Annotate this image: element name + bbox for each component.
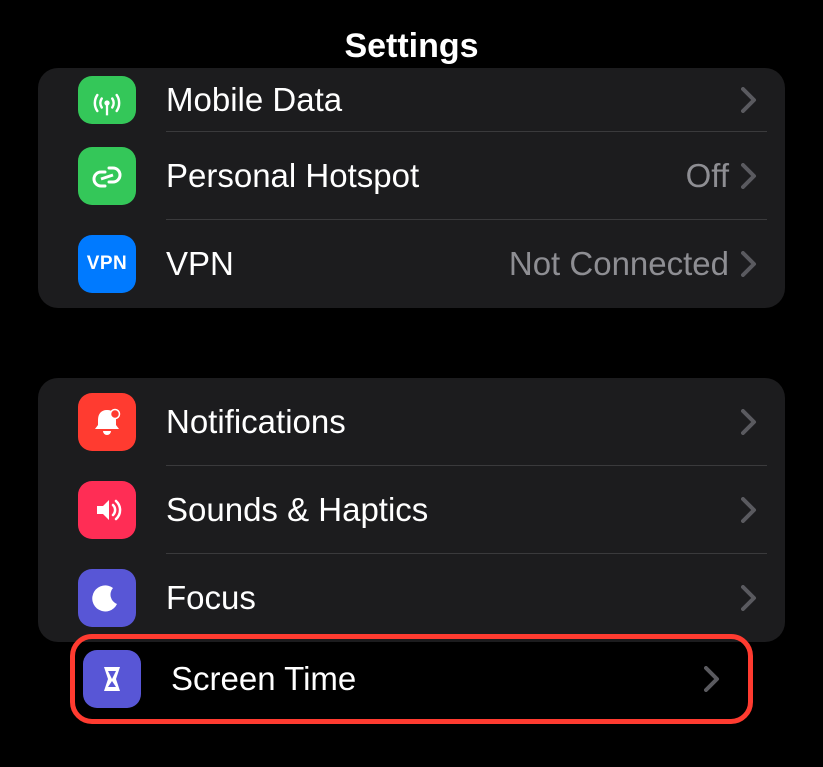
settings-row-notifications[interactable]: Notifications <box>38 378 785 466</box>
row-label: Screen Time <box>171 660 704 698</box>
chevron-right-icon <box>704 666 720 692</box>
screen-time-highlight: Screen Time <box>70 634 753 724</box>
row-label: Personal Hotspot <box>166 157 686 195</box>
chevron-right-icon <box>741 585 757 611</box>
settings-row-mobile-data[interactable]: Mobile Data <box>38 68 785 132</box>
mobile-data-icon <box>78 76 136 124</box>
chevron-right-icon <box>741 409 757 435</box>
vpn-icon-text: VPN <box>87 253 128 275</box>
notifications-icon <box>78 393 136 451</box>
settings-group-connectivity: Mobile Data Personal Hotspot Off <box>38 68 785 308</box>
chevron-right-icon <box>741 251 757 277</box>
row-label: Notifications <box>166 403 741 441</box>
sounds-haptics-icon <box>78 481 136 539</box>
personal-hotspot-icon <box>78 147 136 205</box>
chevron-right-icon <box>741 163 757 189</box>
vpn-icon: VPN <box>78 235 136 293</box>
row-label: Mobile Data <box>166 81 741 119</box>
row-label: VPN <box>166 245 509 283</box>
focus-icon <box>78 569 136 627</box>
chevron-right-icon <box>741 497 757 523</box>
settings-content: Mobile Data Personal Hotspot Off <box>0 68 823 724</box>
settings-row-vpn[interactable]: VPN VPN Not Connected <box>38 220 785 308</box>
row-value: Off <box>686 157 729 195</box>
settings-row-screen-time[interactable]: Screen Time <box>75 639 748 719</box>
row-label: Sounds & Haptics <box>166 491 741 529</box>
settings-row-focus[interactable]: Focus <box>38 554 785 642</box>
row-value: Not Connected <box>509 245 729 283</box>
page-title: Settings <box>344 27 478 66</box>
settings-row-personal-hotspot[interactable]: Personal Hotspot Off <box>38 132 785 220</box>
settings-group-system: Notifications Sounds & Haptics <box>38 378 785 642</box>
chevron-right-icon <box>741 87 757 113</box>
row-label: Focus <box>166 579 741 617</box>
screen-time-icon <box>83 650 141 708</box>
settings-row-sounds-haptics[interactable]: Sounds & Haptics <box>38 466 785 554</box>
